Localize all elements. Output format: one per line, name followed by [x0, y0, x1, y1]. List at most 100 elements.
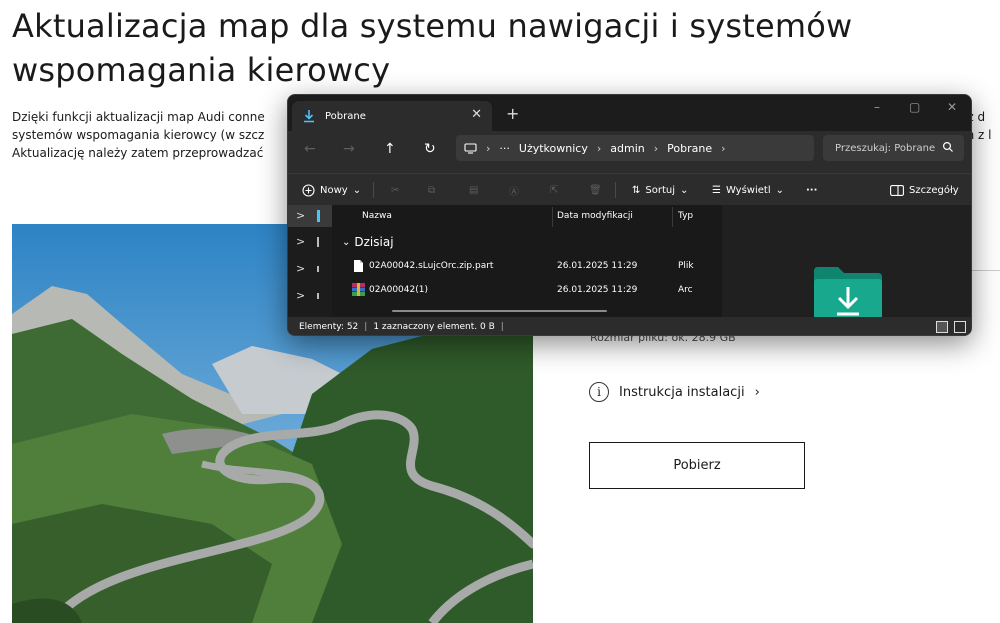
details-pane-icon [890, 184, 904, 196]
up-arrow-icon[interactable]: ↑ [384, 141, 396, 157]
nav-folder-icon [317, 210, 321, 222]
item-count: Elementy: 52 [299, 322, 359, 332]
view-button[interactable]: ☰ Wyświetl ⌄ [712, 174, 784, 206]
large-icons-view-icon[interactable] [954, 321, 966, 333]
file-icon [354, 260, 363, 272]
navigation-pane: > > > > [288, 205, 332, 317]
download-folder-icon [304, 110, 314, 123]
toolbar-separator [615, 182, 616, 198]
nav-folder-icon [317, 292, 320, 299]
plus-circle-icon [302, 183, 315, 197]
view-list-icon: ☰ [712, 184, 721, 196]
file-explorer-window: Pobrane ✕ + – ▢ ✕ ← → ↑ ↻ › ··· Użytkown… [287, 94, 972, 336]
chevron-right-icon: › [486, 141, 491, 155]
new-button[interactable]: Nowy ⌄ [302, 174, 361, 206]
paste-icon[interactable]: ▤ [469, 174, 478, 206]
chevron-right-icon[interactable]: › [721, 142, 725, 155]
forward-arrow-icon[interactable]: → [343, 141, 355, 157]
tab-label: Pobrane [325, 110, 366, 122]
cut-icon[interactable]: ✂ [391, 174, 399, 206]
file-name: 02A00042.sLujcOrc.zip.part [369, 261, 494, 271]
monitor-icon [464, 142, 477, 154]
chevron-down-icon: ⌄ [775, 184, 785, 196]
status-bar: Elementy: 52 | 1 zaznaczony element. 0 B… [288, 317, 971, 335]
maximize-icon[interactable]: ▢ [909, 100, 920, 114]
nav-folder-icon [317, 236, 320, 247]
chevron-right-icon[interactable]: > [296, 235, 305, 248]
file-name: 02A00042(1) [369, 285, 428, 295]
file-row[interactable]: 02A00042.sLujcOrc.zip.part 26.01.2025 11… [332, 255, 722, 277]
minimize-icon[interactable]: – [874, 100, 880, 114]
status-separator: | [500, 322, 504, 332]
nav-pane-item[interactable]: > [296, 235, 320, 248]
chevron-down-icon: ⌄ [680, 184, 689, 196]
breadcrumb-downloads[interactable]: Pobrane [667, 142, 712, 155]
view-button-label: Wyświetl [725, 184, 771, 196]
explorer-content: > > > > Nazwa Data modyfikacji Typ ⌄ Dzi… [288, 205, 971, 317]
search-input[interactable]: Przeszukaj: Pobrane [823, 135, 964, 161]
file-modified: 26.01.2025 11:29 [557, 261, 638, 271]
group-label: Dzisiaj [354, 235, 394, 249]
file-modified: 26.01.2025 11:29 [557, 285, 638, 295]
file-row[interactable]: 02A00042(1) 26.01.2025 11:29 Arc [332, 279, 722, 301]
refresh-icon[interactable]: ↻ [424, 141, 436, 157]
column-modified-label: Data modyfikacji [557, 211, 633, 221]
more-options-icon[interactable]: ··· [806, 174, 817, 206]
nav-pane-item[interactable]: > [296, 262, 320, 275]
sort-button-label: Sortuj [645, 184, 676, 196]
title-bar: Pobrane ✕ + – ▢ ✕ [288, 95, 971, 131]
details-pane-label: Szczegóły [909, 184, 959, 196]
nav-pane-item[interactable]: > [296, 289, 320, 302]
sort-button[interactable]: ⇅ Sortuj ⌄ [632, 174, 688, 206]
installation-instructions-link[interactable]: i Instrukcja instalacji › [589, 381, 760, 403]
new-tab-button[interactable]: + [506, 104, 519, 123]
rename-icon[interactable]: Ⓐ [509, 174, 519, 206]
group-header-today[interactable]: ⌄ Dzisiaj [342, 235, 394, 249]
page-title: Aktualizacja map dla systemu nawigacji i… [12, 7, 853, 89]
download-button[interactable]: Pobierz [589, 442, 805, 489]
new-button-label: Nowy [320, 184, 348, 196]
share-icon[interactable]: ⇱ [550, 174, 558, 206]
chevron-right-icon: › [596, 141, 602, 155]
column-header-modified[interactable]: Data modyfikacji [557, 205, 633, 227]
chevron-right-icon[interactable]: > [296, 205, 305, 227]
copy-icon[interactable]: ⧉ [428, 174, 435, 206]
close-tab-icon[interactable]: ✕ [471, 107, 482, 122]
download-button-label: Pobierz [673, 458, 721, 473]
file-type: Arc [678, 285, 693, 295]
toolbar-separator [373, 182, 374, 198]
nav-pane-item[interactable]: > [288, 205, 332, 227]
breadcrumb-admin[interactable]: admin [610, 142, 644, 155]
close-window-icon[interactable]: ✕ [947, 100, 957, 114]
more-path-icon[interactable]: ··· [499, 142, 510, 155]
section-divider [972, 270, 1000, 271]
column-divider[interactable] [672, 207, 673, 227]
details-pane [722, 205, 971, 317]
column-divider[interactable] [552, 207, 553, 227]
selection-info: 1 zaznaczony element. 0 B [373, 322, 495, 332]
chevron-right-icon: › [653, 141, 659, 155]
installation-instructions-label: Instrukcja instalacji [619, 384, 745, 400]
file-type: Plik [678, 261, 694, 271]
chevron-down-icon: ⌄ [352, 184, 362, 196]
breadcrumb-users[interactable]: Użytkownicy [519, 142, 588, 155]
file-list: Nazwa Data modyfikacji Typ ⌄ Dzisiaj 02A… [332, 205, 722, 317]
nav-folder-icon [317, 265, 320, 272]
tab-downloads[interactable]: Pobrane ✕ [292, 101, 492, 131]
delete-icon[interactable]: 🗑 [589, 174, 602, 206]
back-arrow-icon[interactable]: ← [304, 141, 316, 157]
column-header-type[interactable]: Typ [678, 205, 693, 227]
info-circle-icon: i [589, 382, 609, 402]
archive-icon [352, 283, 365, 296]
column-header-name[interactable]: Nazwa [362, 205, 392, 227]
details-view-icon[interactable] [936, 321, 948, 333]
details-pane-button[interactable]: Szczegóły [890, 174, 959, 206]
sort-icon: ⇅ [632, 184, 641, 196]
horizontal-scrollbar[interactable] [392, 310, 607, 312]
address-bar[interactable]: › ··· Użytkownicy › admin › Pobrane › [456, 135, 814, 161]
column-type-label: Typ [678, 211, 694, 221]
chevron-right-icon[interactable]: > [296, 289, 305, 302]
chevron-right-icon[interactable]: > [296, 262, 305, 275]
status-separator: | [364, 322, 368, 332]
downloads-folder-icon [814, 267, 882, 317]
